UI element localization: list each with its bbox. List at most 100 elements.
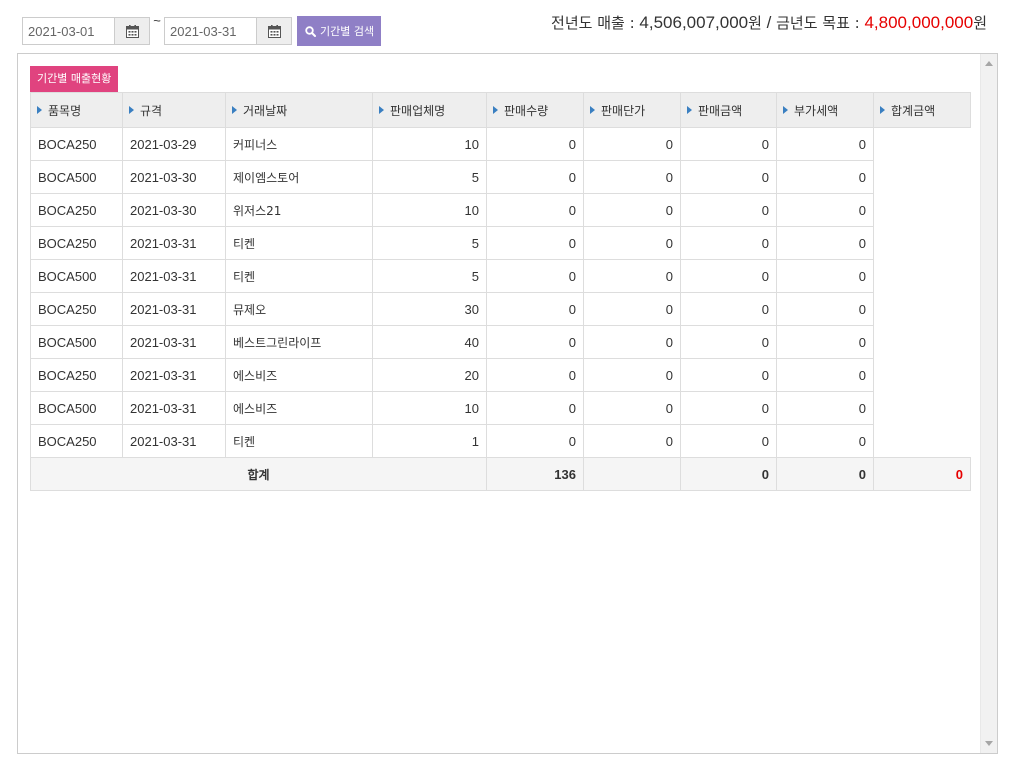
cell-sales-amount: 0 [583,292,681,326]
this-year-goal-label: 금년도 목표 : [776,14,865,32]
cell-trade-date: 2021-03-31 [122,391,226,425]
start-date-calendar-button[interactable] [114,17,150,45]
cell-item-name: BOCA250 [30,127,123,161]
prev-year-sales-value: 4,506,007,000 [639,13,749,32]
table-row[interactable]: BOCA500 2021-03-31 티켄 5 0 0 0 0 [30,259,971,293]
cell-item-name: BOCA250 [30,424,123,458]
column-header[interactable]: 판매업체명 [372,92,487,128]
cell-vendor-name: 뮤제오 [225,292,373,326]
empty-cell [873,391,971,425]
table-row[interactable]: BOCA500 2021-03-31 에스비즈 10 0 0 0 0 [30,391,971,425]
table-row[interactable]: BOCA250 2021-03-30 위저스21 10 0 0 0 0 [30,193,971,227]
column-header-label: 품목명 [48,103,82,118]
cell-vendor-name: 제이엠스토어 [225,160,373,194]
empty-cell [873,325,971,359]
cell-vat-amount: 0 [680,226,777,260]
date-range-separator: ~ [153,13,161,28]
cell-trade-date: 2021-03-31 [122,226,226,260]
cell-sales-quantity: 30 [372,292,487,326]
total-sales-amount: 0 [680,457,777,491]
end-date-input[interactable] [164,17,256,45]
cell-vendor-name: 에스비즈 [225,358,373,392]
table-row[interactable]: BOCA250 2021-03-29 커피너스 10 0 0 0 0 [30,127,971,161]
cell-total-amount: 0 [776,259,874,293]
column-header[interactable]: 부가세액 [776,92,874,128]
cell-vendor-name: 에스비즈 [225,391,373,425]
summary-divider: / [761,13,777,32]
cell-total-amount: 0 [776,358,874,392]
cell-trade-date: 2021-03-31 [122,292,226,326]
column-header-label: 부가세액 [794,103,839,118]
total-quantity: 136 [486,457,584,491]
triangle-right-icon [783,106,788,114]
column-header[interactable]: 합계금액 [873,92,971,128]
table-row[interactable]: BOCA250 2021-03-31 에스비즈 20 0 0 0 0 [30,358,971,392]
cell-vat-amount: 0 [680,160,777,194]
cell-vendor-name: 커피너스 [225,127,373,161]
cell-trade-date: 2021-03-31 [122,424,226,458]
cell-item-name: BOCA500 [30,325,123,359]
empty-cell [873,226,971,260]
column-header[interactable]: 거래날짜 [225,92,373,128]
column-header-label: 판매금액 [698,103,743,118]
cell-vat-amount: 0 [680,325,777,359]
cell-sales-amount: 0 [583,160,681,194]
this-year-goal-value: 4,800,000,000 [864,13,974,32]
table-row[interactable]: BOCA500 2021-03-30 제이엠스토어 5 0 0 0 0 [30,160,971,194]
this-year-goal-unit: 원 [973,14,987,32]
cell-trade-date: 2021-03-29 [122,127,226,161]
table-total-row: 합계 136 0 0 0 [30,457,971,491]
column-header[interactable]: 판매수량 [486,92,584,128]
cell-sales-amount: 0 [583,358,681,392]
cell-item-name: BOCA250 [30,226,123,260]
total-label: 합계 [30,457,487,491]
cell-unit-price: 0 [486,358,584,392]
table-row[interactable]: BOCA250 2021-03-31 티켄 5 0 0 0 0 [30,226,971,260]
cell-vat-amount: 0 [680,424,777,458]
triangle-right-icon [493,106,498,114]
cell-unit-price: 0 [486,325,584,359]
cell-vendor-name: 베스트그린라이프 [225,325,373,359]
empty-cell [873,358,971,392]
sales-report-panel: 기간별 매출현황 품목명 규격 거래날짜 판매업체명 판매수량 판매단가 판매금… [17,53,998,754]
triangle-right-icon [232,106,237,114]
table-header-row: 품목명 규격 거래날짜 판매업체명 판매수량 판매단가 판매금액 부가세액 합계… [30,92,971,128]
empty-cell [873,160,971,194]
scroll-up-arrow-icon[interactable] [985,61,993,66]
table-row[interactable]: BOCA500 2021-03-31 베스트그린라이프 40 0 0 0 0 [30,325,971,359]
cell-total-amount: 0 [776,391,874,425]
scroll-down-arrow-icon[interactable] [985,741,993,746]
prev-year-sales-unit: 원 [748,14,762,32]
cell-sales-amount: 0 [583,391,681,425]
column-header-label: 판매수량 [504,103,549,118]
empty-cell [873,292,971,326]
period-search-button[interactable]: 기간별 검색 [297,16,382,46]
column-header[interactable]: 판매단가 [583,92,681,128]
empty-cell [873,259,971,293]
table-row[interactable]: BOCA250 2021-03-31 뮤제오 30 0 0 0 0 [30,292,971,326]
cell-unit-price: 0 [486,193,584,227]
section-title-tag: 기간별 매출현황 [30,66,119,92]
cell-unit-price: 0 [486,424,584,458]
cell-sales-quantity: 5 [372,160,487,194]
cell-trade-date: 2021-03-31 [122,325,226,359]
total-vat: 0 [776,457,874,491]
start-date-input[interactable] [22,17,114,45]
table-row[interactable]: BOCA250 2021-03-31 티켄 1 0 0 0 0 [30,424,971,458]
column-header[interactable]: 판매금액 [680,92,777,128]
cell-vat-amount: 0 [680,259,777,293]
cell-total-amount: 0 [776,193,874,227]
cell-vat-amount: 0 [680,358,777,392]
column-header-label: 거래날짜 [243,103,288,118]
end-date-calendar-button[interactable] [256,17,292,45]
cell-trade-date: 2021-03-30 [122,193,226,227]
column-header[interactable]: 품목명 [30,92,123,128]
cell-total-amount: 0 [776,127,874,161]
cell-sales-quantity: 40 [372,325,487,359]
cell-item-name: BOCA500 [30,259,123,293]
column-header[interactable]: 규격 [122,92,226,128]
vertical-scrollbar[interactable] [980,54,997,753]
cell-vendor-name: 티켄 [225,226,373,260]
triangle-right-icon [379,106,384,114]
cell-vendor-name: 티켄 [225,259,373,293]
